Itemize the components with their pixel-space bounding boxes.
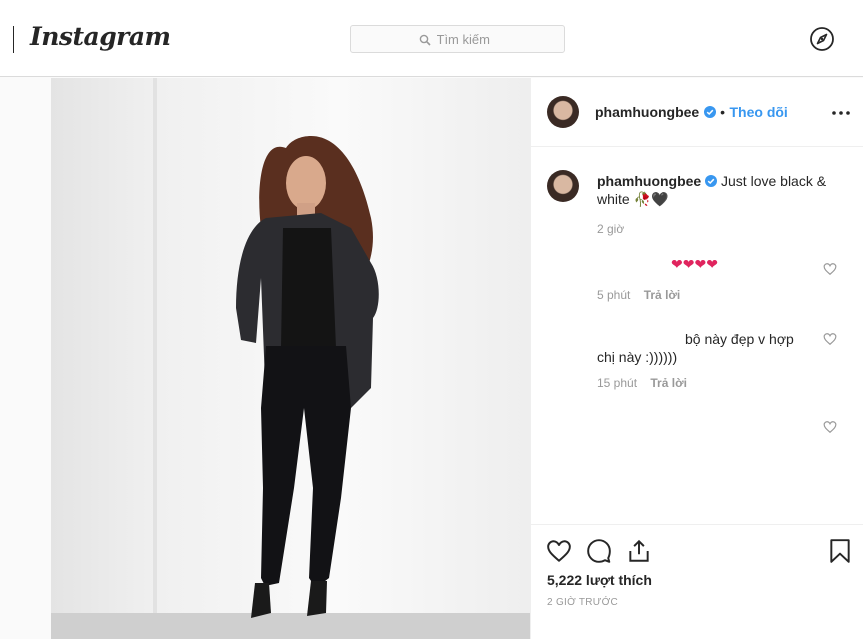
caption-username[interactable]: phamhuongbee bbox=[597, 173, 701, 189]
compass-icon[interactable] bbox=[809, 26, 835, 52]
caption: phamhuongbee Just love black & white 🥀🖤 bbox=[597, 172, 837, 208]
post-header: phamhuongbee • Theo dõi bbox=[531, 78, 863, 147]
save-bookmark-icon[interactable] bbox=[827, 538, 853, 564]
separator-dot: • bbox=[720, 104, 726, 120]
more-options-icon[interactable] bbox=[831, 103, 851, 123]
comment-2-reply-button[interactable]: Trả lời bbox=[650, 376, 687, 390]
top-nav: Instagram bbox=[0, 0, 863, 77]
like-comment-3-icon[interactable] bbox=[823, 420, 837, 434]
instagram-logo[interactable]: Instagram bbox=[30, 22, 171, 51]
verified-badge-icon bbox=[703, 105, 716, 118]
comments-list[interactable]: phamhuongbee Just love black & white 🥀🖤 … bbox=[531, 148, 863, 524]
search-input[interactable] bbox=[436, 31, 497, 47]
comment-1-reply-button[interactable]: Trả lời bbox=[644, 288, 681, 302]
logo-divider bbox=[13, 26, 14, 53]
post-details-panel: phamhuongbee • Theo dõi phamhuongbee Jus… bbox=[530, 78, 863, 639]
comment-bubble-icon[interactable] bbox=[586, 538, 612, 564]
comment-1-text: ❤❤❤❤ bbox=[671, 256, 718, 272]
author-line: phamhuongbee • Theo dõi bbox=[595, 104, 788, 122]
like-count[interactable]: 5,222 lượt thích bbox=[547, 572, 652, 588]
post-actions: 5,222 lượt thích 2 GIỜ TRƯỚC bbox=[531, 524, 863, 639]
page-gutter bbox=[0, 78, 51, 639]
share-upload-icon[interactable] bbox=[626, 538, 652, 564]
comment-2-text-line1: bộ này đẹp v hợp bbox=[685, 331, 794, 347]
search-box[interactable] bbox=[350, 25, 565, 53]
author-username[interactable]: phamhuongbee bbox=[595, 104, 699, 120]
verified-badge-icon bbox=[705, 173, 718, 187]
like-comment-2-icon[interactable] bbox=[823, 332, 837, 346]
like-heart-icon[interactable] bbox=[546, 538, 572, 564]
caption-avatar[interactable] bbox=[547, 170, 579, 202]
follow-button[interactable]: Theo dõi bbox=[730, 104, 788, 120]
caption-time: 2 giờ bbox=[597, 222, 625, 236]
comment-2-text-line2: chị này :)))))) bbox=[597, 349, 678, 365]
comment-2-meta: 15 phút Trả lời bbox=[597, 376, 687, 390]
author-avatar[interactable] bbox=[547, 96, 579, 128]
search-icon bbox=[419, 33, 431, 46]
caption-emoji: 🥀🖤 bbox=[633, 191, 669, 207]
post-photo[interactable] bbox=[51, 78, 530, 639]
comment-1-meta: 5 phút Trả lời bbox=[597, 288, 680, 302]
comment-2-time: 15 phút bbox=[597, 376, 638, 390]
like-comment-1-icon[interactable] bbox=[823, 262, 837, 276]
post-timestamp[interactable]: 2 GIỜ TRƯỚC bbox=[547, 597, 618, 608]
comment-1-time: 5 phút bbox=[597, 288, 631, 302]
